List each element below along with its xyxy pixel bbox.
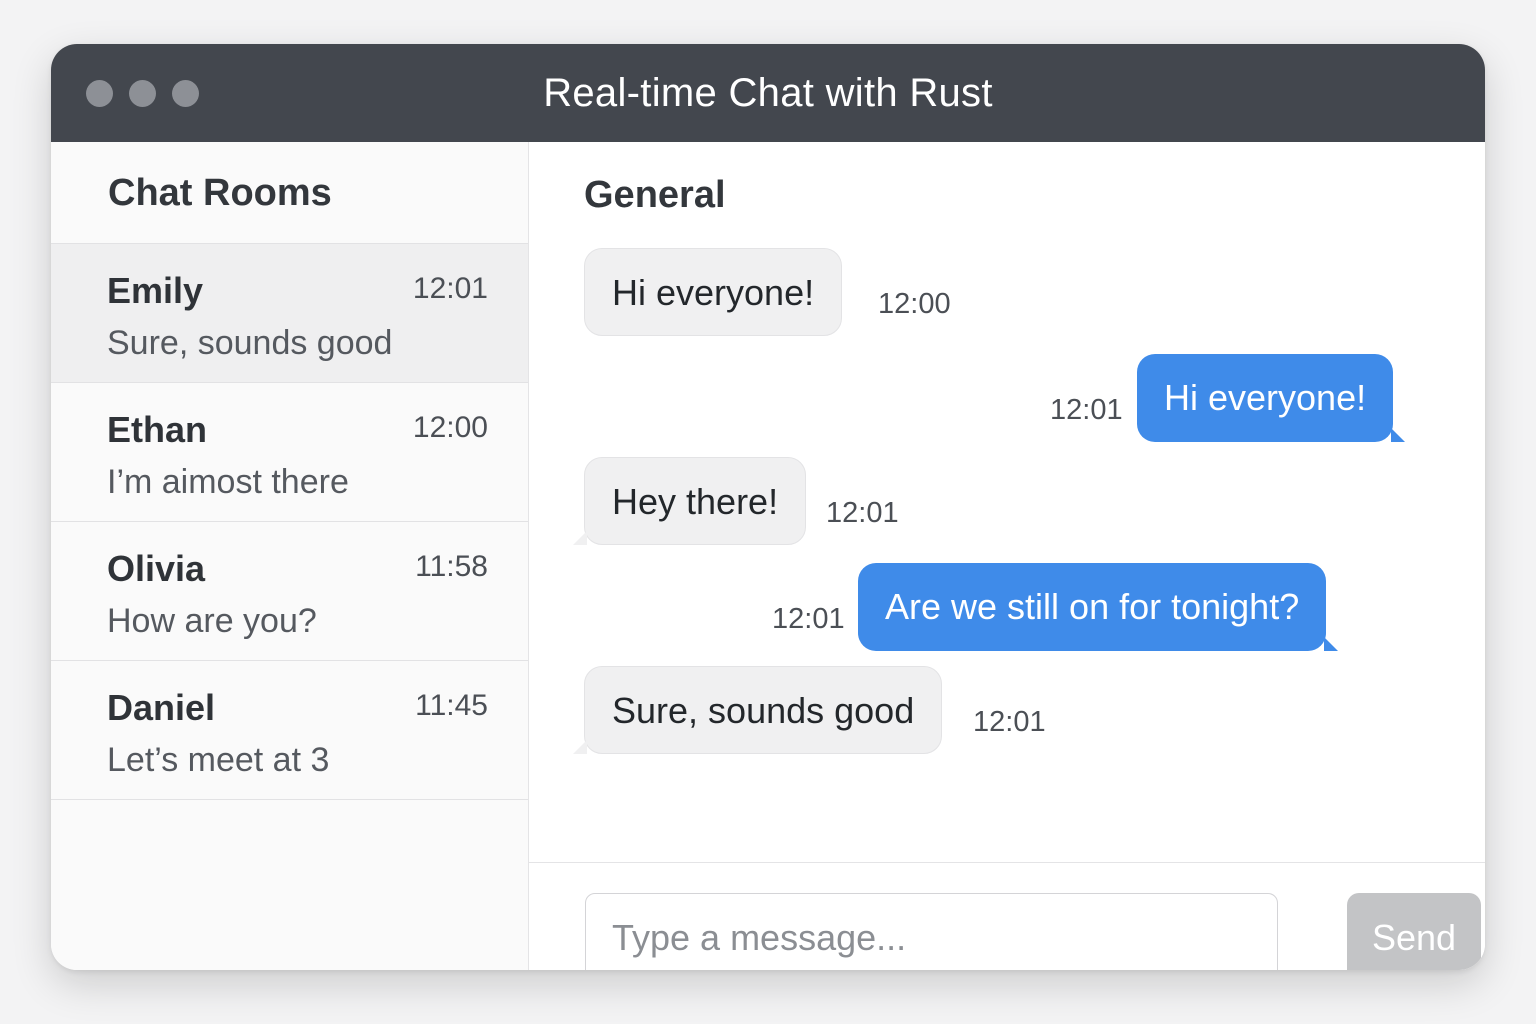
message-input[interactable] xyxy=(585,893,1278,970)
message-bubble-incoming: Hi everyone! xyxy=(584,248,843,336)
window-title: Real-time Chat with Rust xyxy=(543,71,993,115)
room-name: Ethan xyxy=(107,409,208,450)
room-item-daniel[interactable]: Daniel 11:45 Let’s meet at 3 xyxy=(51,661,528,800)
sidebar: Chat Rooms Emily 12:01 Sure, sounds good… xyxy=(51,142,529,970)
room-preview: I’m aimost there xyxy=(107,463,349,501)
send-button[interactable]: Send xyxy=(1347,893,1481,970)
title-bar: Real-time Chat with Rust xyxy=(51,44,1485,142)
room-item-emily[interactable]: Emily 12:01 Sure, sounds good xyxy=(51,244,528,383)
message-bubble-incoming: Hey there! xyxy=(573,457,807,545)
room-name: Olivia xyxy=(107,548,206,589)
room-preview: Let’s meet at 3 xyxy=(107,741,330,779)
room-time: 11:45 xyxy=(415,689,488,722)
room-name: Emily xyxy=(107,270,204,311)
message-text: Hi everyone! xyxy=(612,272,815,313)
message-time: 12:00 xyxy=(878,288,951,320)
message-text: Are we still on for tonight? xyxy=(885,586,1300,627)
room-item-olivia[interactable]: Olivia 11:58 How are you? xyxy=(51,522,528,661)
message-bubble-outgoing: Hi everyone! xyxy=(1137,354,1406,442)
bubble-tail xyxy=(573,740,587,754)
message-time: 12:01 xyxy=(826,497,899,529)
chat-panel: General Hi everyone! 12:00 Hi everyone! … xyxy=(529,142,1485,970)
room-preview: How are you? xyxy=(107,602,317,640)
message-time: 12:01 xyxy=(1050,394,1123,426)
sidebar-heading: Chat Rooms xyxy=(108,172,332,214)
message-text: Hi everyone! xyxy=(1164,377,1367,418)
message-bubble-incoming: Sure, sounds good xyxy=(573,666,943,754)
room-time: 12:01 xyxy=(412,272,488,305)
bubble-tail xyxy=(1324,637,1339,651)
bubble-tail xyxy=(573,531,587,545)
room-name: Daniel xyxy=(107,687,216,728)
bubble-tail xyxy=(1391,428,1406,442)
app-window: Real-time Chat with Rust Chat Rooms Emil… xyxy=(51,44,1485,970)
message-time: 12:01 xyxy=(772,603,845,635)
room-time: 11:58 xyxy=(415,550,488,583)
room-list: Emily 12:01 Sure, sounds good Ethan 12:0… xyxy=(51,243,528,800)
message-time: 12:01 xyxy=(973,706,1046,738)
room-preview: Sure, sounds good xyxy=(107,324,393,362)
room-time: 12:00 xyxy=(412,411,488,444)
message-text: Sure, sounds good xyxy=(612,690,915,731)
room-title: General xyxy=(584,174,726,216)
room-item-ethan[interactable]: Ethan 12:00 I’m aimost there xyxy=(51,383,528,522)
composer-divider xyxy=(529,862,1485,863)
message-text: Hey there! xyxy=(612,481,779,522)
message-bubble-outgoing: Are we still on for tonight? xyxy=(858,563,1339,651)
